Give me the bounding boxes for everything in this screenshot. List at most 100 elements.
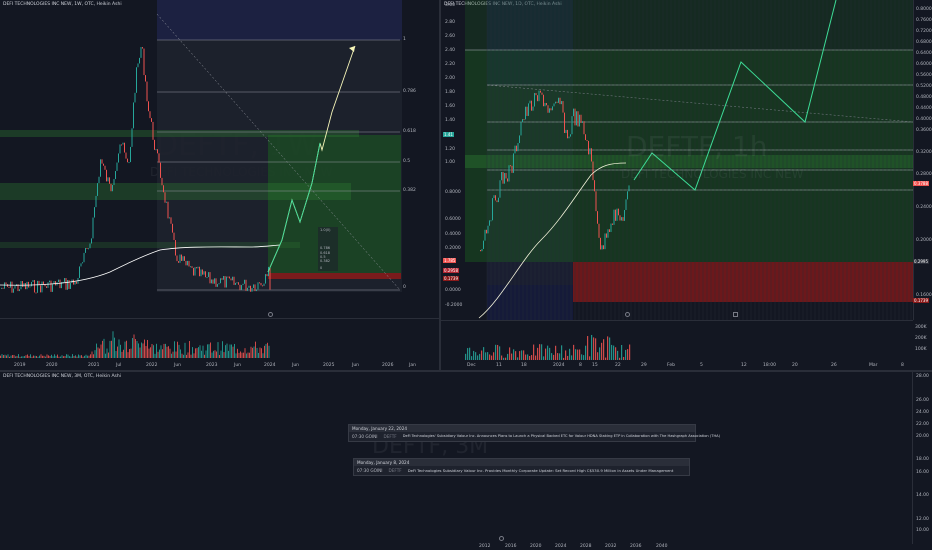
daily-candle: [522, 119, 523, 122]
daily-candle: [598, 223, 600, 238]
eye-icon[interactable]: [268, 312, 273, 317]
weekly-volume-bar: [91, 351, 93, 358]
weekly-volume-bar: [141, 342, 142, 358]
weekly-volume-bar: [261, 348, 262, 358]
x-tick: 2020: [46, 363, 58, 368]
weekly-volume-bar: [268, 345, 270, 358]
weekly-candle: [185, 260, 187, 266]
weekly-volume-bar: [49, 355, 51, 358]
weekly-volume-bar: [82, 356, 84, 358]
weekly-volume-bar: [165, 343, 166, 358]
price-tick: 1.40: [445, 118, 456, 123]
weekly-candle: [233, 276, 235, 285]
x-tick: 2024: [553, 363, 565, 368]
weekly-volume-bar: [196, 348, 198, 358]
weekly-candle: [35, 292, 37, 294]
daily-candle: [562, 101, 564, 113]
weekly-volume-bar: [22, 356, 24, 358]
weekly-candle: [250, 285, 251, 292]
right-tag-red: 0.3788: [913, 181, 929, 186]
news-date: Monday, January 8, 2024: [354, 459, 689, 466]
daily-candle: [622, 217, 624, 221]
x-tick: 2028: [580, 544, 592, 549]
quarterly-price-axis: 28.00 26.00 24.00 22.00 20.00 18.00 16.0…: [912, 372, 932, 544]
daily-volume-bar: [533, 344, 535, 360]
news-date: Monday, January 22, 2024: [349, 425, 695, 432]
weekly-volume-bar: [112, 331, 114, 358]
eye-icon[interactable]: [499, 536, 504, 541]
weekly-candle: [238, 282, 239, 285]
settings-icon[interactable]: [733, 312, 738, 317]
price-tick: 1.80: [445, 90, 456, 95]
weekly-volume-bar: [70, 356, 72, 358]
daily-volume-bar: [581, 354, 583, 360]
weekly-candle: [19, 289, 20, 292]
weekly-volume-bar: [34, 355, 36, 358]
weekly-candle: [184, 256, 185, 261]
weekly-candle: [64, 278, 65, 282]
daily-volume-bar: [545, 348, 547, 360]
news-popup-2[interactable]: Monday, January 8, 2024 07:30 GOINI DEFT…: [353, 458, 690, 476]
weekly-candle: [100, 159, 101, 177]
weekly-volume-bar: [105, 353, 106, 358]
weekly-candle: [130, 146, 131, 163]
weekly-candle: [74, 281, 76, 285]
daily-volume-svg: [441, 320, 913, 360]
daily-volume-bar: [627, 349, 629, 360]
price-tag-red-1: 1.785: [443, 258, 457, 263]
weekly-candle: [34, 280, 35, 293]
price-tick: 0.8000: [916, 7, 932, 12]
weekly-volume-bar: [192, 347, 193, 358]
chart-pane-daily[interactable]: DEFI TECHNOLOGIES INC NEW, 1D, OTC, Heik…: [441, 0, 932, 370]
daily-volume-bar: [485, 352, 487, 360]
weekly-volume-bar: [1, 354, 3, 358]
weekly-candle: [166, 201, 167, 203]
daily-volume-bar: [541, 344, 543, 360]
weekly-volume-bar: [240, 351, 241, 358]
daily-candle: [532, 106, 534, 111]
eye-icon[interactable]: [625, 312, 630, 317]
chart-pane-quarterly[interactable]: DEFI TECHNOLOGIES INC NEW, 3M, OTC, Heik…: [0, 372, 932, 550]
weekly-candle: [4, 282, 5, 289]
daily-candle: [600, 237, 601, 250]
weekly-candle: [208, 272, 209, 278]
news-headline[interactable]: DeFi Technologies' Subsidiary Valour Inc…: [403, 434, 720, 439]
daily-candle: [498, 197, 499, 203]
news-headline[interactable]: DeFi Technologies Subsidiary Valour Inc.…: [408, 468, 674, 473]
small-fib-0: 0: [320, 266, 323, 270]
weekly-volume-bar: [67, 354, 69, 358]
right-tag-red-2: 0.1739: [913, 298, 929, 303]
daily-chart-svg[interactable]: [441, 0, 932, 370]
weekly-volume-bar: [157, 351, 159, 358]
x-tick: 2025: [323, 363, 335, 368]
weekly-candle: [262, 285, 263, 287]
weekly-candle: [70, 283, 71, 289]
price-tick: 10.00: [916, 528, 929, 533]
weekly-candle: [230, 278, 232, 281]
weekly-chart-svg[interactable]: [0, 0, 439, 370]
weekly-candle: [167, 201, 169, 219]
news-time: 07:30 GOINI: [357, 468, 383, 473]
weekly-volume-bar: [108, 352, 109, 358]
weekly-candle: [182, 256, 184, 261]
weekly-candle: [158, 153, 160, 163]
weekly-volume-bar: [144, 339, 145, 358]
daily-candle: [501, 172, 502, 181]
daily-candle: [520, 121, 522, 136]
daily-volume-bar: [523, 350, 525, 360]
weekly-volume-bar: [36, 356, 37, 358]
weekly-candle: [191, 266, 193, 268]
daily-volume-bar: [609, 337, 611, 360]
daily-candle: [588, 140, 589, 155]
weekly-volume-bar: [228, 350, 229, 358]
weekly-candle: [259, 282, 260, 284]
news-popup-1[interactable]: Monday, January 22, 2024 07:30 GOINI DEF…: [348, 424, 720, 442]
weekly-volume-bar: [202, 345, 204, 358]
x-tick: 2020: [530, 544, 542, 549]
weekly-candle: [212, 279, 214, 284]
x-tick: Dec: [467, 363, 476, 368]
chart-pane-weekly[interactable]: DEFI TECHNOLOGIES INC NEW, 1W, OTC, Heik…: [0, 0, 439, 370]
weekly-volume-bar: [19, 356, 21, 358]
weekly-candle: [176, 255, 178, 262]
weekly-volume-bar: [18, 354, 19, 358]
